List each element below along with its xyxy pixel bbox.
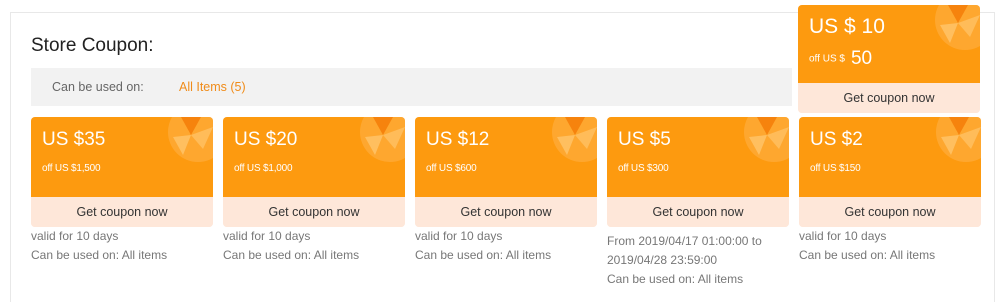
coupon-info: valid for 10 days Can be used on: All it… [415,227,551,265]
coupon-usage: Can be used on: All items [415,248,552,262]
coupon-card: US $12 off US $600 Get coupon now [415,117,597,227]
coupon-header: US $5 off US $300 [607,117,789,197]
coupon-decoration-icon [936,117,981,162]
get-coupon-button[interactable]: Get coupon now [798,83,980,113]
coupon-decoration-icon [935,5,980,50]
featured-min-prefix: off US $ [809,53,845,65]
coupon-card: US $5 off US $300 Get coupon now [607,117,789,227]
store-coupon-title: Store Coupon: [31,35,154,56]
coupon-validity-start: From 2019/04/17 01:00:00 to [607,234,762,248]
coupon-usage: Can be used on: All items [799,248,936,262]
coupon-amount: US $2 [810,129,863,150]
usage-bar: Can be used on: All Items (5) [31,68,792,106]
coupon-validity-end: 2019/04/28 23:59:00 [607,253,718,267]
coupon-info: valid for 10 days Can be used on: All it… [799,227,935,265]
coupon-amount: US $35 [42,129,106,150]
coupon-usage: Can be used on: All items [31,248,168,262]
coupon-minimum: off US $600 [426,163,477,174]
get-coupon-button[interactable]: Get coupon now [223,197,405,227]
featured-min-value: 50 [850,48,873,69]
coupon-minimum: off US $150 [810,163,861,174]
coupon-card: US $2 off US $150 Get coupon now [799,117,981,227]
get-coupon-button[interactable]: Get coupon now [415,197,597,227]
coupon-card: US $35 off US $1,500 Get coupon now [31,117,213,227]
coupon-header: US $2 off US $150 [799,117,981,197]
coupon-decoration-icon [360,117,405,162]
coupon-amount: US $20 [234,129,298,150]
coupon-minimum: off US $1,500 [42,163,101,174]
coupon-usage: Can be used on: All items [223,248,360,262]
get-coupon-button[interactable]: Get coupon now [799,197,981,227]
featured-coupon-amount: US $ 10 [809,15,885,38]
coupon-info: valid for 10 days Can be used on: All it… [31,227,167,265]
coupon-header: US $20 off US $1,000 [223,117,405,197]
featured-coupon-header: US $ 10 off US $ 50 [798,5,980,83]
coupon-amount: US $12 [426,129,490,150]
coupon-validity: valid for 10 days [799,229,887,243]
coupon-validity: valid for 10 days [415,229,503,243]
featured-coupon: US $ 10 off US $ 50 Get coupon now [798,5,980,113]
coupon-decoration-icon [168,117,213,162]
coupon-validity: valid for 10 days [223,229,311,243]
coupon-decoration-icon [552,117,597,162]
get-coupon-button[interactable]: Get coupon now [607,197,789,227]
get-coupon-button[interactable]: Get coupon now [31,197,213,227]
coupon-header: US $12 off US $600 [415,117,597,197]
coupon-decoration-icon [744,117,789,162]
coupon-header: US $35 off US $1,500 [31,117,213,197]
coupon-minimum: off US $1,000 [234,163,293,174]
featured-coupon-minimum: off US $ 50 [809,48,872,70]
coupon-amount: US $5 [618,129,671,150]
usage-label: Can be used on: [52,80,144,94]
coupon-info: From 2019/04/17 01:00:00 to 2019/04/28 2… [607,232,762,289]
all-items-link[interactable]: All Items (5) [179,80,246,94]
coupon-usage: Can be used on: All items [607,272,744,286]
coupon-info: valid for 10 days Can be used on: All it… [223,227,359,265]
coupon-validity: valid for 10 days [31,229,119,243]
coupon-minimum: off US $300 [618,163,669,174]
coupon-card: US $20 off US $1,000 Get coupon now [223,117,405,227]
